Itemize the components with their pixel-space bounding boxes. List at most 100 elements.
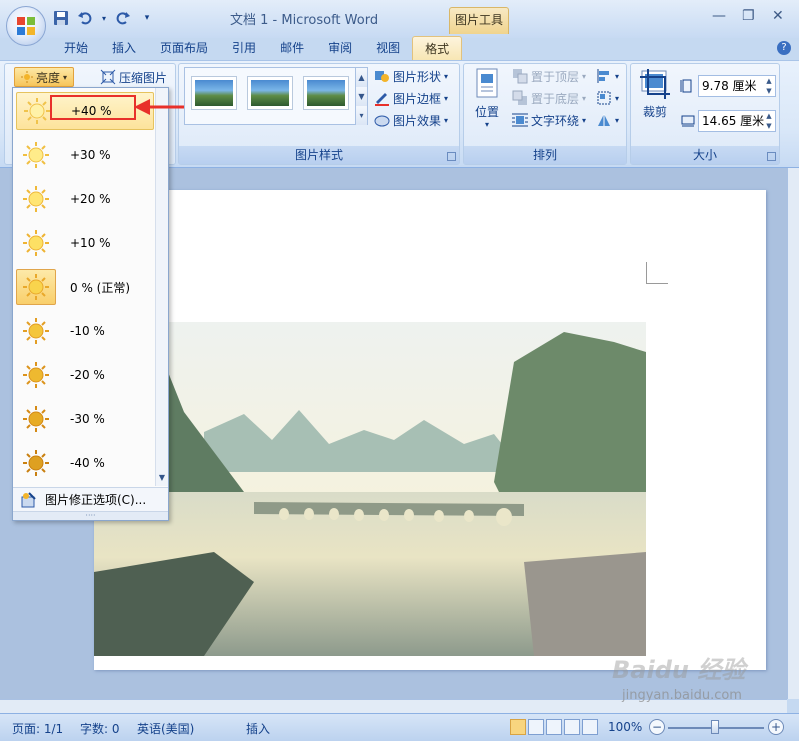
brightness-option[interactable]: +20 % (16, 180, 154, 218)
picture-correction-label: 图片修正选项(C)... (45, 493, 147, 507)
undo-dropdown-icon[interactable]: ▾ (100, 9, 108, 27)
menu-scroll-down-icon[interactable]: ▼ (156, 473, 168, 482)
ribbon-tabs: 开始 插入 页面布局 引用 邮件 审阅 视图 格式 (52, 36, 463, 60)
tab-format[interactable]: 格式 (412, 36, 463, 60)
position-button[interactable]: 位置 ▾ (470, 68, 504, 134)
zoom-slider-thumb[interactable] (711, 720, 719, 734)
word-count[interactable]: 字数: 0 (80, 720, 120, 737)
brightness-option[interactable]: +10 % (16, 224, 154, 262)
print-layout-view-icon[interactable] (510, 719, 526, 735)
text-wrapping-button[interactable]: 文字环绕 ▾ (512, 110, 586, 130)
pencil-icon (375, 93, 389, 106)
crop-button[interactable]: 裁剪 (637, 68, 673, 128)
redo-icon[interactable] (114, 9, 132, 27)
tab-mailings[interactable]: 邮件 (268, 36, 316, 60)
office-button[interactable] (6, 6, 46, 46)
brightness-option[interactable]: -10 % (16, 312, 154, 350)
compress-pictures-button[interactable]: 压缩图片 (100, 67, 167, 87)
baidu-watermark: Baidu 经验 (612, 656, 746, 684)
position-label: 位置 (474, 105, 499, 119)
tab-page-layout[interactable]: 页面布局 (148, 36, 220, 60)
compress-label: 压缩图片 (119, 70, 168, 85)
page-count[interactable]: 页面: 1/1 (12, 720, 63, 737)
group-button[interactable]: ▾ (596, 88, 619, 108)
chevron-down-icon: ▾ (582, 93, 587, 103)
picture-effects-button[interactable]: 图片效果 ▾ (374, 110, 448, 130)
picture-shape-button[interactable]: 图片形状 ▾ (374, 66, 448, 86)
draft-view-icon[interactable] (582, 719, 598, 735)
full-screen-reading-icon[interactable] (528, 719, 544, 735)
picture-styles-launcher-icon[interactable] (447, 152, 456, 161)
tab-insert[interactable]: 插入 (100, 36, 148, 60)
bring-to-front-button[interactable]: 置于顶层 ▾ (512, 66, 586, 86)
sun-icon (16, 181, 56, 217)
width-input[interactable]: 14.65 厘米 ▲ ▼ (698, 110, 776, 132)
brightness-option[interactable]: -30 % (16, 400, 154, 438)
close-icon[interactable]: ✕ (772, 8, 784, 24)
menu-scrollbar[interactable]: ▼ (155, 88, 168, 486)
vertical-scrollbar[interactable] (787, 168, 799, 699)
tab-home[interactable]: 开始 (52, 36, 100, 60)
gallery-up-icon[interactable]: ▲ (355, 68, 367, 87)
gallery-more-icon[interactable]: ▾ (355, 106, 367, 125)
picture-border-button[interactable]: 图片边框 ▾ (374, 88, 448, 108)
group-objects-icon (597, 91, 611, 105)
minimize-icon[interactable]: — (712, 8, 726, 24)
width-spinner-icon[interactable]: ▲ ▼ (763, 111, 775, 131)
brightness-option[interactable]: -20 % (16, 356, 154, 394)
brightness-label: 亮度 (35, 70, 60, 85)
height-icon (680, 79, 692, 93)
picture-styles-label: 图片样式 (179, 146, 459, 164)
align-button[interactable]: ▾ (596, 66, 619, 86)
picture-border-label: 图片边框 (393, 91, 442, 106)
send-to-back-button[interactable]: 置于底层 ▾ (512, 88, 586, 108)
style-thumb-1[interactable] (191, 76, 237, 110)
size-launcher-icon[interactable] (767, 152, 776, 161)
rotate-icon (598, 114, 610, 126)
chevron-down-icon: ▾ (444, 115, 449, 125)
gallery-down-icon[interactable]: ▼ (355, 87, 367, 106)
outline-view-icon[interactable] (564, 719, 580, 735)
language-indicator[interactable]: 英语(美国) (137, 720, 194, 737)
bring-front-icon (513, 69, 528, 84)
height-spinner-icon[interactable]: ▲ ▼ (763, 76, 775, 96)
brightness-option[interactable]: +30 % (16, 136, 154, 174)
picture-tools-context: 图片工具 (449, 7, 509, 34)
width-value: 14.65 厘米 (702, 114, 765, 128)
sun-icon (16, 445, 56, 481)
zoom-in-icon[interactable]: + (768, 719, 784, 735)
picture-correction-options[interactable]: 图片修正选项(C)... (13, 487, 168, 511)
highlight-callout-box (50, 95, 136, 120)
brightness-option-label: +20 % (70, 192, 111, 206)
chevron-down-icon: ▾ (444, 71, 449, 81)
zoom-out-icon[interactable]: − (649, 719, 665, 735)
help-icon[interactable]: ? (777, 41, 791, 55)
brightness-button[interactable]: 亮度 ▾ (14, 67, 74, 87)
inserted-picture[interactable] (94, 322, 646, 656)
save-icon[interactable] (52, 9, 70, 27)
brightness-option-selected[interactable]: 0 % (正常) (16, 268, 154, 306)
picture-styles-gallery: ▲ ▼ ▾ (184, 67, 368, 125)
tab-view[interactable]: 视图 (364, 36, 412, 60)
chevron-down-icon: ▾ (484, 120, 489, 129)
crop-label: 裁剪 (642, 105, 667, 119)
status-bar: 页面: 1/1 字数: 0 英语(美国) 插入 100% − + (0, 713, 799, 741)
title-bar: ▾ ▾ 文档 1 - Microsoft Word 图片工具 — ❐ ✕ (0, 0, 799, 38)
style-thumb-3[interactable] (303, 76, 349, 110)
brightness-option[interactable]: -40 % (16, 444, 154, 482)
insert-mode[interactable]: 插入 (246, 720, 270, 737)
customize-qat-icon[interactable]: ▾ (138, 9, 156, 27)
brightness-option-label: -10 % (70, 324, 105, 338)
rotate-button[interactable]: ▾ (596, 110, 619, 130)
web-layout-icon[interactable] (546, 719, 562, 735)
restore-icon[interactable]: ❐ (742, 8, 755, 24)
style-thumb-2[interactable] (247, 76, 293, 110)
tab-review[interactable]: 审阅 (316, 36, 364, 60)
align-icon (597, 69, 609, 83)
zoom-level[interactable]: 100% (608, 720, 642, 734)
chevron-down-icon: ▾ (582, 71, 587, 81)
undo-icon[interactable] (76, 9, 94, 27)
height-input[interactable]: 9.78 厘米 ▲ ▼ (698, 75, 776, 97)
tab-references[interactable]: 引用 (220, 36, 268, 60)
menu-resize-grip-icon[interactable]: ···· (13, 511, 168, 520)
